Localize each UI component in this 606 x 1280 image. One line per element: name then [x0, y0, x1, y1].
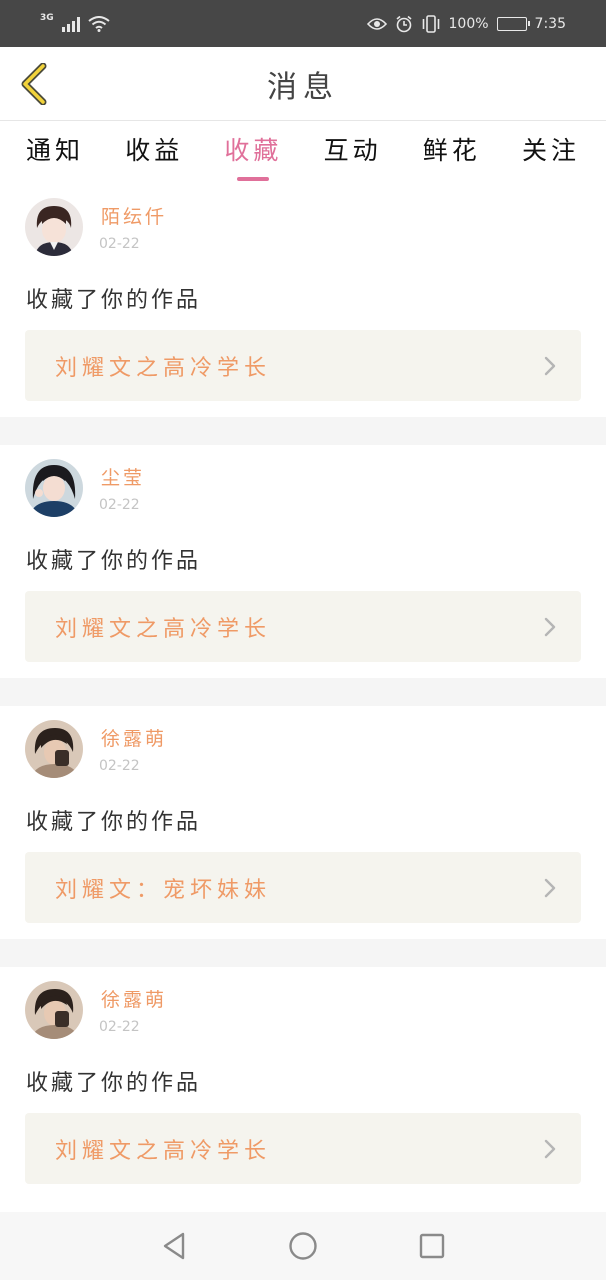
avatar[interactable]	[25, 720, 83, 778]
page-title: 消息	[267, 69, 339, 105]
user-name[interactable]: 尘莹	[101, 463, 145, 490]
user-name[interactable]: 徐露萌	[101, 985, 167, 1012]
work-link[interactable]: 刘耀文之高冷学长	[25, 591, 581, 662]
tab-flowers[interactable]: 鲜花	[423, 131, 481, 173]
network-type: 3G	[40, 12, 54, 23]
recents-square-icon	[419, 1233, 444, 1259]
status-right: 100% 7:35	[366, 14, 566, 33]
clock: 7:35	[534, 15, 566, 32]
action-text: 收藏了你的作品	[26, 810, 202, 835]
avatar[interactable]	[25, 981, 83, 1039]
action-text: 收藏了你的作品	[26, 549, 202, 574]
divider	[0, 939, 606, 967]
signal-icon	[61, 16, 80, 32]
divider	[0, 678, 606, 706]
tab-interactions[interactable]: 互动	[324, 131, 382, 173]
system-nav-bar	[0, 1212, 606, 1280]
message-date: 02-22	[99, 1019, 140, 1035]
battery-percent: 100%	[448, 15, 489, 32]
message-card: 尘莹 02-22 收藏了你的作品 刘耀文之高冷学长	[0, 445, 606, 678]
tab-earnings[interactable]: 收益	[125, 131, 183, 173]
nav-home-button[interactable]	[283, 1226, 323, 1266]
message-date: 02-22	[99, 497, 140, 513]
tab-notifications[interactable]: 通知	[26, 131, 84, 173]
work-title: 刘耀文：宠坏妹妹	[55, 877, 272, 903]
work-link[interactable]: 刘耀文之高冷学长	[25, 330, 581, 401]
user-name[interactable]: 陌纭仟	[101, 202, 167, 229]
chevron-left-icon	[21, 63, 47, 105]
back-triangle-icon	[164, 1232, 185, 1260]
message-card: 徐露萌 02-22 收藏了你的作品 刘耀文：宠坏妹妹	[0, 706, 606, 939]
work-title: 刘耀文之高冷学长	[55, 1138, 272, 1164]
work-title: 刘耀文之高冷学长	[55, 355, 272, 381]
tab-bar: 通知 收益 收藏 互动 鲜花 关注	[0, 122, 606, 182]
chevron-right-icon	[543, 355, 559, 377]
status-left: 3G	[40, 12, 110, 32]
chevron-right-icon	[543, 1138, 559, 1160]
message-card: 陌纭仟 02-22 收藏了你的作品 刘耀文之高冷学长	[0, 184, 606, 417]
avatar[interactable]	[25, 459, 83, 517]
nav-recents-button[interactable]	[412, 1226, 452, 1266]
home-circle-icon	[289, 1232, 317, 1260]
message-date: 02-22	[99, 236, 140, 252]
message-card: 徐露萌 02-22 收藏了你的作品 刘耀文之高冷学长	[0, 967, 606, 1200]
header: 消息	[0, 47, 606, 121]
tab-follows[interactable]: 关注	[522, 131, 580, 173]
action-text: 收藏了你的作品	[26, 1071, 202, 1096]
avatar[interactable]	[25, 198, 83, 256]
status-bar: 3G 100% 7:35	[0, 0, 606, 47]
action-text: 收藏了你的作品	[26, 288, 202, 313]
work-title: 刘耀文之高冷学长	[55, 616, 272, 642]
chevron-right-icon	[543, 616, 559, 638]
battery-icon	[496, 16, 530, 31]
tab-favorites[interactable]: 收藏	[224, 131, 282, 173]
message-list: 陌纭仟 02-22 收藏了你的作品 刘耀文之高冷学长 尘莹 02-22 收藏了你…	[0, 184, 606, 1200]
alarm-icon	[396, 15, 412, 32]
eye-icon	[366, 17, 387, 30]
wifi-icon	[88, 15, 110, 32]
chevron-right-icon	[543, 877, 559, 899]
back-button[interactable]	[14, 61, 54, 107]
work-link[interactable]: 刘耀文：宠坏妹妹	[25, 852, 581, 923]
user-name[interactable]: 徐露萌	[101, 724, 167, 751]
vibrate-icon	[422, 14, 439, 33]
work-link[interactable]: 刘耀文之高冷学长	[25, 1113, 581, 1184]
divider	[0, 417, 606, 445]
nav-back-button[interactable]	[154, 1226, 194, 1266]
message-date: 02-22	[99, 758, 140, 774]
